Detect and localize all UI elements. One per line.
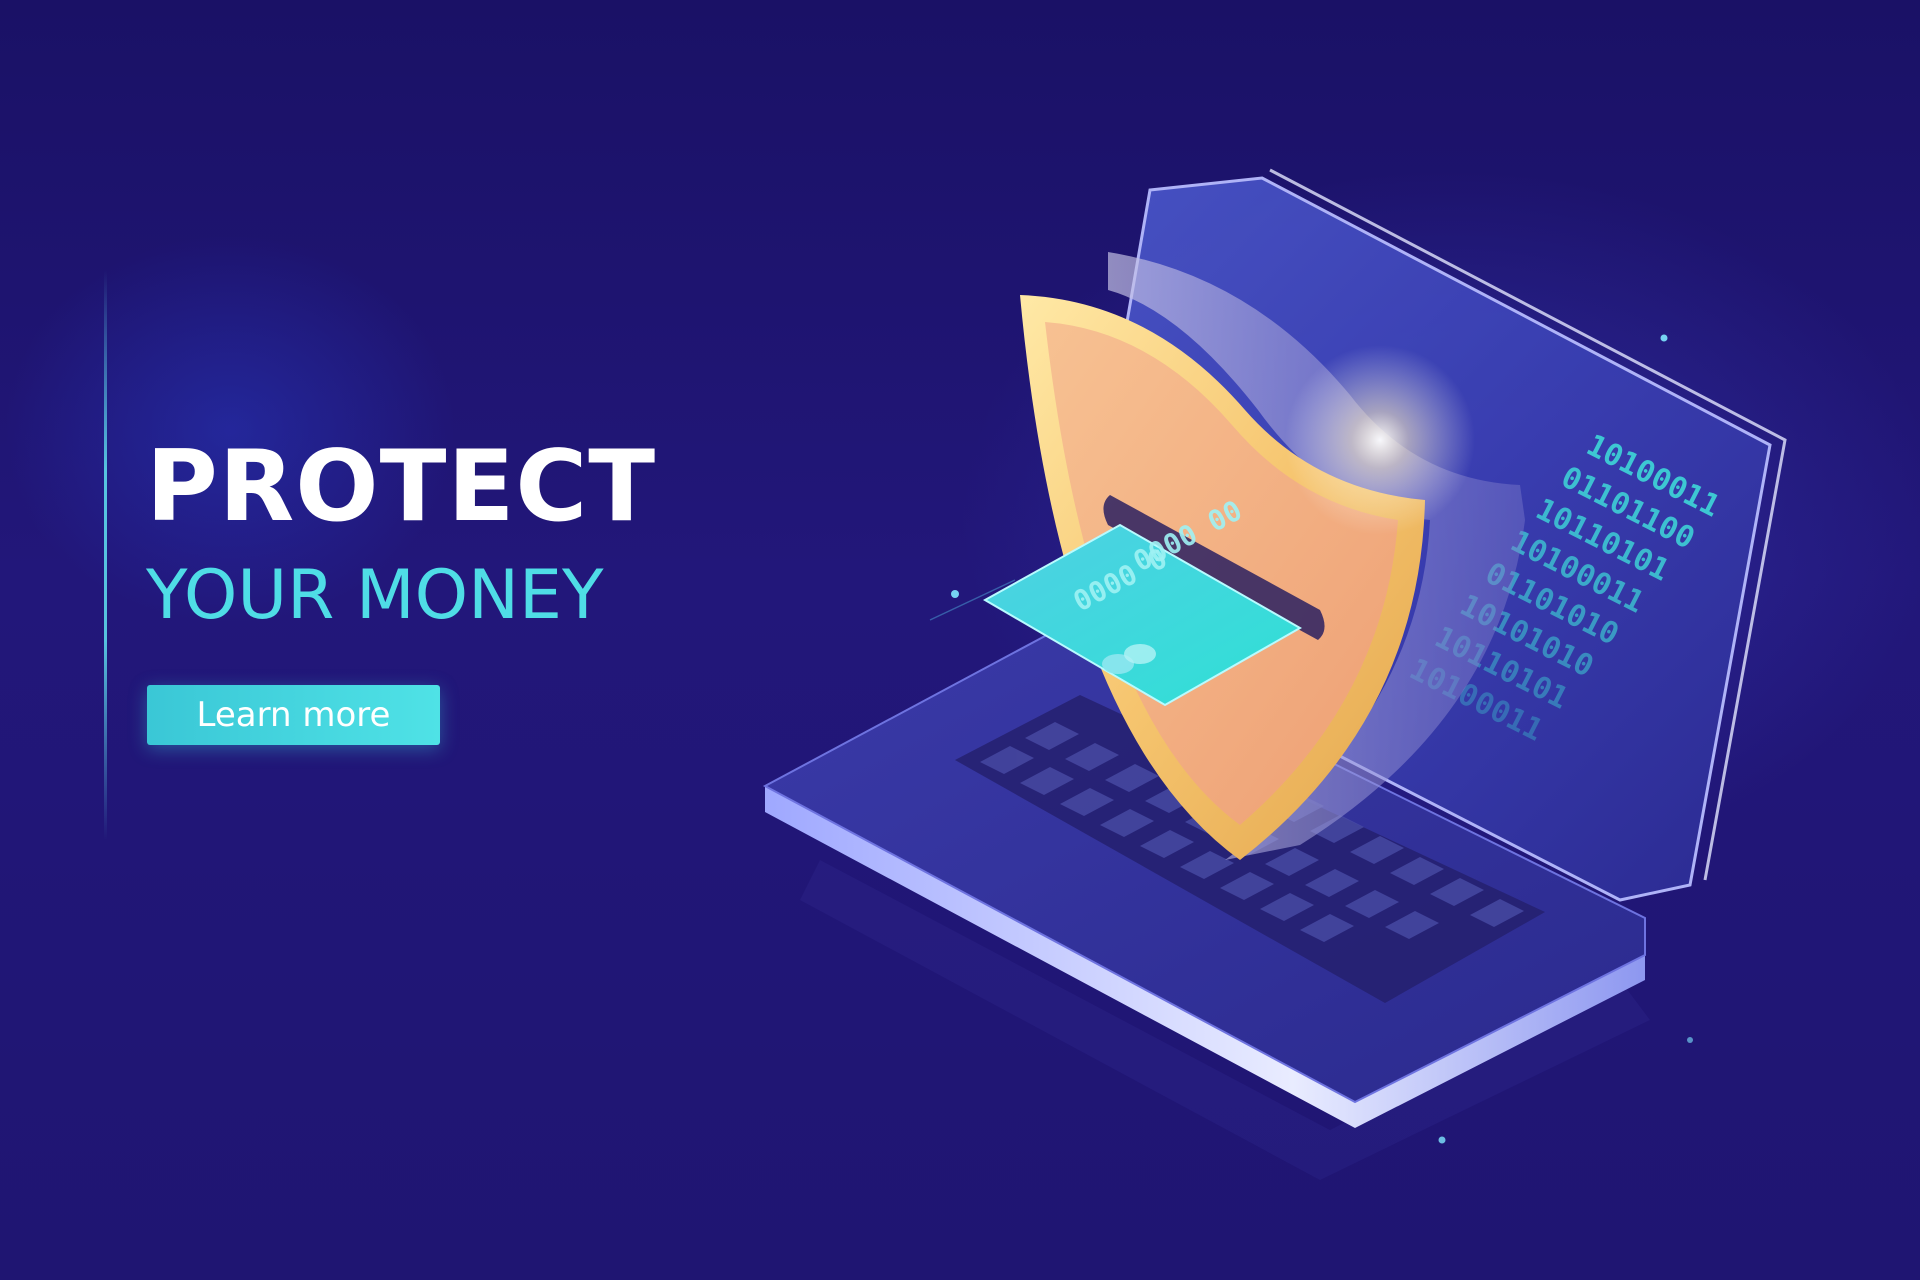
laptop-security-illustration: 10100011 01101100 10110101 10100011 0110…: [762, 168, 1787, 1180]
card-chip-logo: [1124, 644, 1156, 664]
hero-banner: PROTECT YOUR MONEY Learn more 10100011 0…: [0, 0, 1920, 1280]
